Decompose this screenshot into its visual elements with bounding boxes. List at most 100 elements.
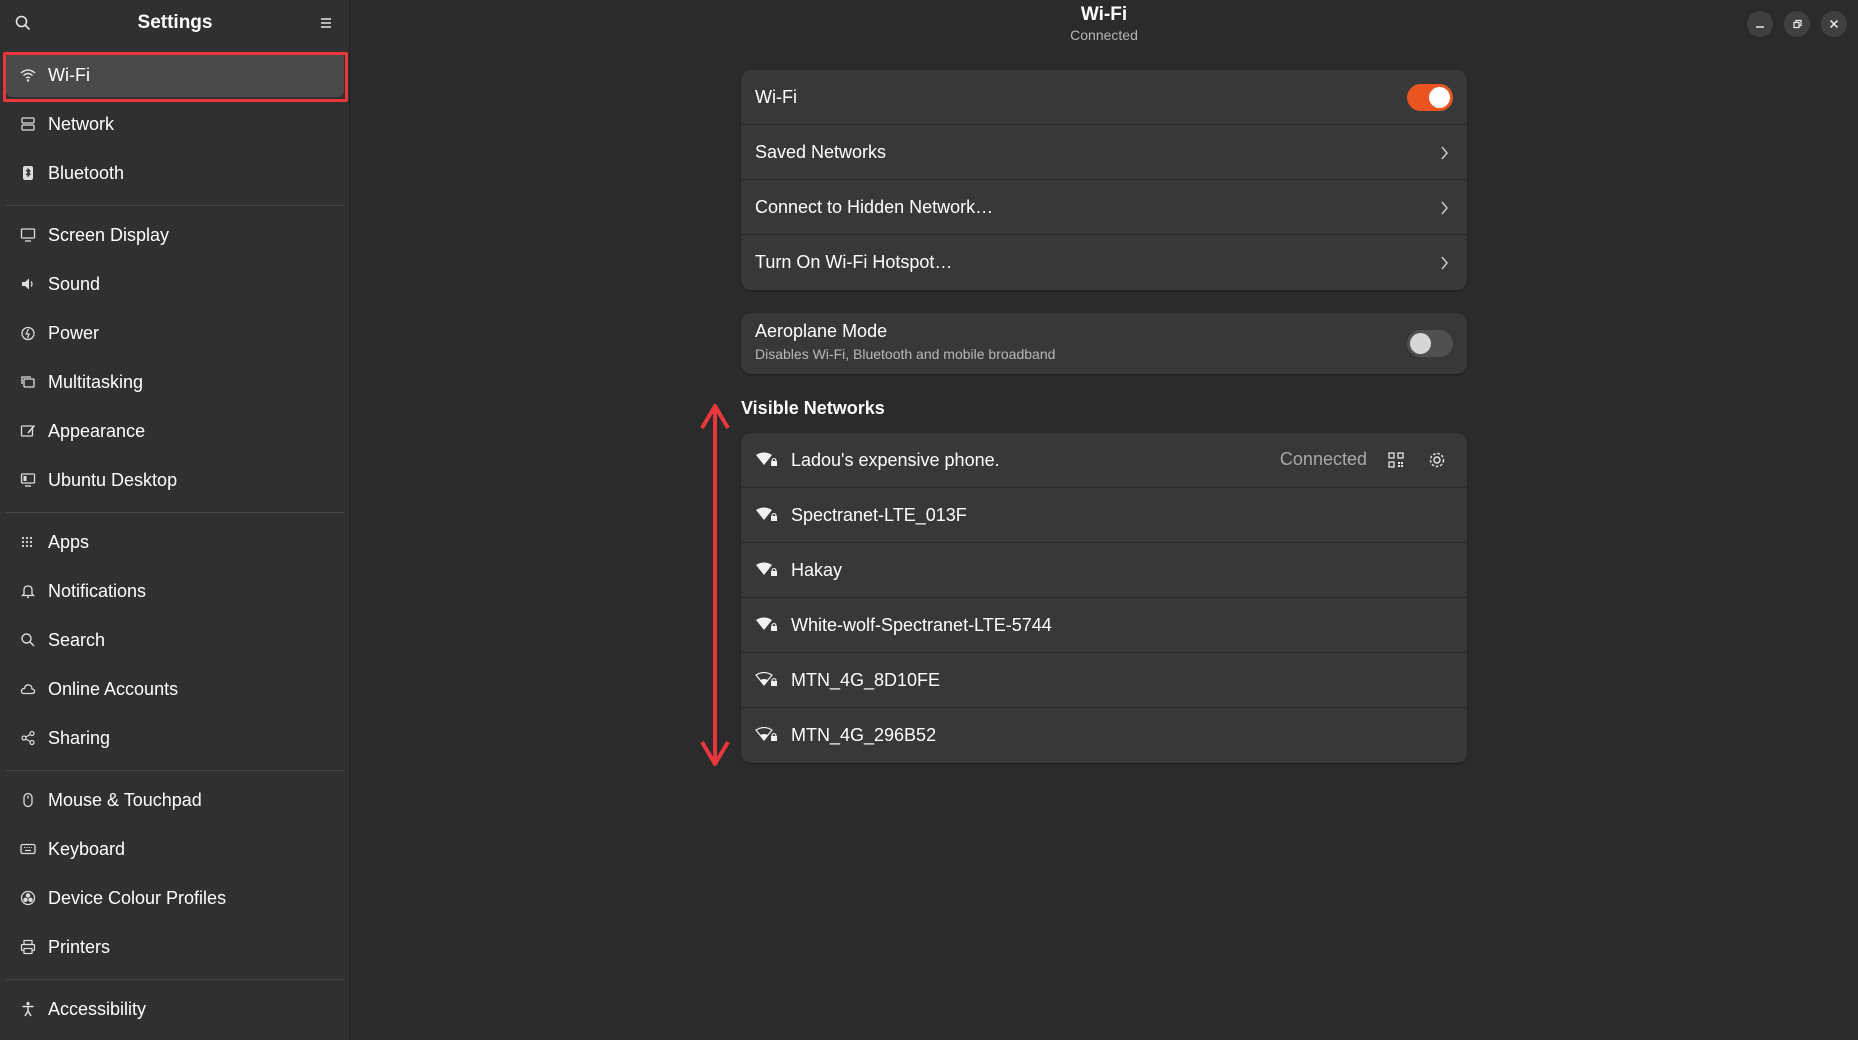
- color-profile-icon: [20, 890, 36, 906]
- wifi-toggle-row[interactable]: Wi-Fi: [741, 70, 1467, 125]
- qr-code-icon[interactable]: [1387, 451, 1405, 469]
- sidebar-item-label: Multitasking: [48, 371, 144, 392]
- hotspot-row[interactable]: Turn On Wi-Fi Hotspot…: [741, 235, 1467, 290]
- switch-knob: [1410, 333, 1431, 354]
- sidebar-item-online-accounts[interactable]: Online Accounts: [6, 667, 344, 711]
- sidebar-item-label: Device Colour Profiles: [48, 887, 227, 908]
- printer-icon: [20, 939, 36, 955]
- share-icon: [21, 730, 35, 746]
- sidebar-item-label: Online Accounts: [48, 678, 179, 699]
- maximize-button[interactable]: [1784, 11, 1810, 37]
- sidebar-item-device-colour-profiles[interactable]: Device Colour Profiles: [6, 876, 344, 920]
- accessibility-icon: [22, 1001, 34, 1017]
- sidebar-item-label: Keyboard: [48, 838, 126, 859]
- sidebar-item-sound[interactable]: Sound: [6, 262, 344, 306]
- hidden-network-row[interactable]: Connect to Hidden Network…: [741, 180, 1467, 235]
- close-button[interactable]: [1821, 11, 1847, 37]
- wifi-signal-secure-icon: [756, 617, 777, 631]
- multitasking-icon: [21, 376, 35, 388]
- chevron-right-icon: [1441, 201, 1448, 215]
- sidebar-separator: [6, 770, 344, 771]
- wifi-signal-secure-icon: [756, 562, 777, 576]
- network-name: Ladou's expensive phone.: [791, 449, 1000, 470]
- aeroplane-mode-switch[interactable]: [1407, 330, 1453, 357]
- mouse-icon: [23, 792, 33, 808]
- chevron-right-icon: [1441, 256, 1448, 270]
- network-row[interactable]: White-wolf-Spectranet-LTE-5744: [741, 598, 1467, 653]
- gear-icon[interactable]: [1427, 450, 1447, 470]
- network-name: White-wolf-Spectranet-LTE-5744: [791, 614, 1052, 635]
- sidebar: Settings Wi-Fi Network Bluetooth Screen …: [0, 0, 350, 1040]
- annotation-double-arrow: [700, 404, 730, 766]
- visible-networks-heading: Visible Networks: [741, 398, 885, 418]
- sidebar-item-bluetooth[interactable]: Bluetooth: [6, 151, 344, 195]
- hamburger-menu-icon[interactable]: [317, 14, 335, 32]
- sidebar-title: Settings: [137, 12, 213, 33]
- sidebar-item-multitasking[interactable]: Multitasking: [6, 360, 344, 404]
- saved-networks-row[interactable]: Saved Networks: [741, 125, 1467, 180]
- desktop-icon: [20, 473, 36, 487]
- wifi-signal-weak-secure-icon: [755, 727, 777, 741]
- power-icon: [21, 326, 35, 341]
- sidebar-item-sharing[interactable]: Sharing: [6, 716, 344, 760]
- wifi-signal-weak-secure-icon: [755, 672, 777, 686]
- sidebar-item-apps[interactable]: Apps: [6, 520, 344, 564]
- sidebar-header: Settings: [0, 0, 350, 46]
- wifi-signal-secure-icon: [756, 507, 777, 521]
- network-name: MTN_4G_8D10FE: [791, 669, 941, 690]
- restore-icon: [1793, 19, 1802, 29]
- sidebar-item-label: Printers: [48, 936, 111, 957]
- network-name: Spectranet-LTE_013F: [791, 504, 967, 525]
- sidebar-item-accessibility[interactable]: Accessibility: [6, 987, 344, 1031]
- bluetooth-icon: [23, 166, 33, 180]
- visible-networks-list: Ladou's expensive phone. Connected Spect…: [741, 433, 1467, 763]
- chevron-right-icon: [1441, 146, 1448, 160]
- sidebar-item-search[interactable]: Search: [6, 618, 344, 662]
- aeroplane-mode-row[interactable]: Aeroplane Mode Disables Wi-Fi, Bluetooth…: [741, 313, 1467, 374]
- network-row[interactable]: Spectranet-LTE_013F: [741, 488, 1467, 543]
- network-row[interactable]: MTN_4G_8D10FE: [741, 653, 1467, 708]
- hidden-network-label: Connect to Hidden Network…: [755, 196, 994, 217]
- sidebar-item-label: Ubuntu Desktop: [48, 469, 178, 490]
- cloud-icon: [20, 684, 36, 695]
- sidebar-item-label: Power: [48, 322, 100, 343]
- sidebar-item-notifications[interactable]: Notifications: [6, 569, 344, 613]
- network-name: MTN_4G_296B52: [791, 725, 937, 745]
- sidebar-item-mouse-touchpad[interactable]: Mouse & Touchpad: [6, 778, 344, 822]
- appearance-icon: [20, 424, 36, 437]
- sidebar-item-label: Sound: [48, 273, 101, 294]
- sidebar-item-keyboard[interactable]: Keyboard: [6, 827, 344, 871]
- close-icon: [1829, 19, 1839, 29]
- sidebar-item-label: Search: [48, 629, 106, 650]
- sidebar-item-network[interactable]: Network: [6, 102, 344, 146]
- aeroplane-mode-label: Aeroplane Mode: [755, 321, 888, 341]
- sidebar-item-label: Apps: [48, 531, 90, 552]
- apps-grid-icon: [21, 536, 33, 548]
- wifi-toggle-label: Wi-Fi: [755, 86, 797, 107]
- network-row-connected[interactable]: Ladou's expensive phone. Connected: [741, 433, 1467, 488]
- sidebar-separator: [6, 979, 344, 980]
- sidebar-item-ubuntu-desktop[interactable]: Ubuntu Desktop: [6, 458, 344, 502]
- sidebar-item-screen-display[interactable]: Screen Display: [6, 213, 344, 257]
- sidebar-item-appearance[interactable]: Appearance: [6, 409, 344, 453]
- sidebar-item-label: Appearance: [48, 420, 146, 441]
- network-row[interactable]: Hakay: [741, 543, 1467, 598]
- network-row[interactable]: MTN_4G_296B52: [741, 708, 1467, 763]
- sidebar-item-label: Screen Display: [48, 224, 170, 245]
- annotation-highlight-box: [3, 52, 348, 102]
- connection-status: Connected: [1279, 449, 1367, 469]
- sidebar-item-label: Bluetooth: [48, 162, 125, 183]
- sidebar-separator: [6, 512, 344, 513]
- wifi-toggle-switch[interactable]: [1407, 84, 1453, 111]
- wifi-signal-secure-icon: [756, 452, 777, 466]
- sidebar-separator: [6, 205, 344, 206]
- minimize-button[interactable]: [1747, 11, 1773, 37]
- sidebar-item-power[interactable]: Power: [6, 311, 344, 355]
- page-subtitle: Connected: [1070, 27, 1138, 43]
- sidebar-item-printers[interactable]: Printers: [6, 925, 344, 969]
- search-icon: [21, 633, 35, 647]
- sidebar-item-label: Mouse & Touchpad: [48, 789, 202, 810]
- aeroplane-mode-card: Aeroplane Mode Disables Wi-Fi, Bluetooth…: [741, 313, 1467, 374]
- page-title: Wi-Fi: [1080, 4, 1128, 25]
- sidebar-item-label: Network: [48, 113, 115, 134]
